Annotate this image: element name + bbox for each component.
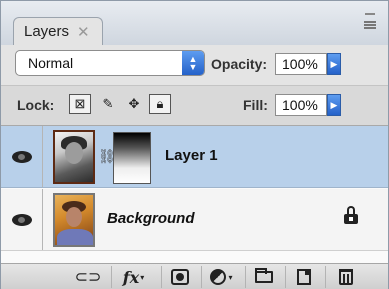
layer-name[interactable]: Background: [107, 210, 195, 227]
new-layer-button[interactable]: [285, 266, 321, 288]
eye-icon[interactable]: [11, 150, 32, 163]
add-mask-icon[interactable]: [170, 269, 189, 285]
delete-layer-button[interactable]: [325, 266, 365, 288]
layer-thumbnail[interactable]: [53, 130, 95, 184]
background-thumbnail[interactable]: [53, 193, 95, 247]
tab-close-icon[interactable]: ✕: [77, 23, 90, 41]
blend-mode-value: Normal: [28, 55, 74, 71]
panel-menu-button[interactable]: [360, 9, 380, 37]
opacity-input[interactable]: 100%: [275, 53, 327, 75]
fx-label: fx: [122, 267, 140, 287]
new-group-icon[interactable]: [254, 268, 273, 283]
tab-label: Layers: [24, 23, 70, 40]
lock-all-icon[interactable]: 🔒︎: [149, 94, 171, 114]
collapse-icon[interactable]: [365, 13, 375, 15]
visibility-toggle[interactable]: [1, 189, 43, 250]
blend-opacity-row: Normal ▲ ▼ Opacity: 100% ▶: [1, 45, 388, 85]
add-mask-button[interactable]: [161, 266, 197, 288]
layer-mask-thumbnail[interactable]: [113, 132, 151, 184]
new-layer-icon[interactable]: [296, 269, 311, 285]
new-group-button[interactable]: [245, 266, 281, 288]
blend-mode-select[interactable]: Normal ▲ ▼: [15, 50, 205, 76]
lock-label: Lock:: [17, 97, 55, 113]
visibility-toggle[interactable]: [1, 126, 43, 187]
layer-row-layer-1[interactable]: ⛓ Layer 1: [1, 126, 388, 188]
layer-row-background[interactable]: Background: [1, 189, 388, 251]
lock-image-pixels-icon[interactable]: ✎: [97, 94, 119, 114]
panel-titlebar: Layers ✕: [1, 1, 388, 45]
layers-list: ⛓ Layer 1 Background: [1, 125, 388, 263]
blend-mode-stepper-icon[interactable]: ▲ ▼: [182, 51, 204, 75]
link-layers-icon[interactable]: ⊂⊃: [71, 266, 105, 288]
opacity-slider-arrow-icon[interactable]: ▶: [327, 53, 341, 75]
eye-icon[interactable]: [11, 213, 32, 226]
lock-fill-row: Lock: ⊠ ✎ ✥ 🔒︎ Fill: 100% ▶: [1, 85, 388, 125]
fill-slider-arrow-icon[interactable]: ▶: [327, 94, 341, 116]
adjustment-layer-button[interactable]: ▾: [201, 266, 241, 288]
layer-name[interactable]: Layer 1: [165, 147, 218, 164]
layers-panel: Layers ✕ Normal ▲ ▼ Opacity: 100% ▶ Lock:…: [0, 0, 389, 289]
layers-toolbar: ⊂⊃ fx ▾ ▾: [1, 263, 388, 289]
tab-layers[interactable]: Layers ✕: [13, 17, 103, 45]
adjustment-layer-icon[interactable]: [210, 269, 227, 285]
fill-label: Fill:: [243, 97, 268, 113]
fill-input[interactable]: 100%: [275, 94, 327, 116]
panel-menu-icon[interactable]: [364, 21, 376, 29]
delete-layer-icon[interactable]: [338, 269, 353, 285]
lock-transparent-pixels-icon[interactable]: ⊠: [69, 94, 91, 114]
layer-locked-icon: [344, 206, 358, 225]
lock-position-icon[interactable]: ✥: [123, 94, 145, 114]
opacity-label: Opacity:: [211, 56, 268, 72]
fx-icon[interactable]: fx ▾: [111, 266, 155, 288]
